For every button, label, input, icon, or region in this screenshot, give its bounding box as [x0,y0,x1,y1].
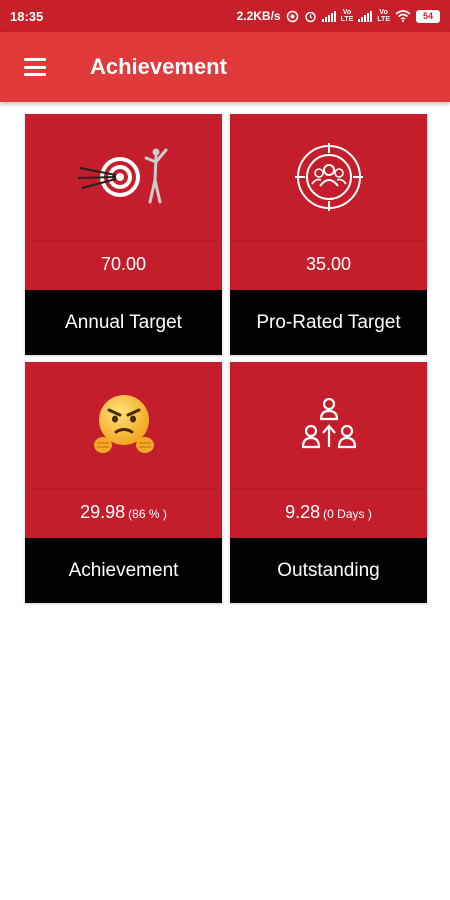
menu-button[interactable] [0,32,70,102]
alarm-icon [304,11,316,22]
status-icons: 2.2KB/s Vo LTE Vo LTE 54 [237,9,440,23]
hierarchy-people-icon [301,397,356,449]
data-saver-icon [286,10,298,22]
outstanding-card[interactable]: 9.28 (0 Days ) Outstanding [230,362,427,603]
card-value: 29.98 (86 % ) [80,502,167,523]
pro-rated-target-value: 35.00 [305,254,352,274]
angry-emoji-icon [93,395,154,453]
dashboard-grid: 70.00 Annual Target 35.00 Pro-Rated Targ… [25,114,427,603]
card-top: 29.98 (86 % ) [25,362,222,538]
pro-rated-target-label: Pro-Rated Target [230,290,427,355]
target-archer-icon [77,148,167,204]
card-top: 70.00 [25,114,222,290]
achievement-card[interactable]: 29.98 (86 % ) Achievement [25,362,222,603]
group-target-icon [294,143,363,211]
card-value: 9.28 (0 Days ) [285,502,372,523]
hamburger-icon [24,58,46,76]
annual-target-label: Annual Target [25,290,222,355]
achievement-value: 29.98 [80,502,126,522]
status-bar: 18:35 2.2KB/s Vo LTE Vo LTE 54 [0,0,450,32]
status-time: 18:35 [10,8,44,24]
outstanding-days: (0 Days ) [323,507,372,521]
achievement-label: Achievement [25,538,222,603]
signal-icon [321,10,336,22]
volte-icon-2: Vo LTE [377,9,390,23]
annual-target-card[interactable]: 70.00 Annual Target [25,114,222,355]
pro-rated-target-card[interactable]: 35.00 Pro-Rated Target [230,114,427,355]
card-top: 9.28 (0 Days ) [230,362,427,538]
outstanding-label: Outstanding [230,538,427,603]
outstanding-value: 9.28 [285,502,321,522]
card-value: 70.00 [101,254,146,275]
annual-target-value: 70.00 [100,254,147,274]
app-bar: Achievement [0,32,450,102]
wifi-icon [395,10,411,22]
card-value: 35.00 [306,254,351,275]
card-top: 35.00 [230,114,427,290]
network-speed: 2.2KB/s [236,9,281,23]
achievement-percent: (86 % ) [128,507,167,521]
volte-icon: Vo LTE [340,9,354,23]
battery-icon: 54 [416,9,440,23]
signal-icon-2 [358,10,373,22]
page-title: Achievement [90,54,227,79]
